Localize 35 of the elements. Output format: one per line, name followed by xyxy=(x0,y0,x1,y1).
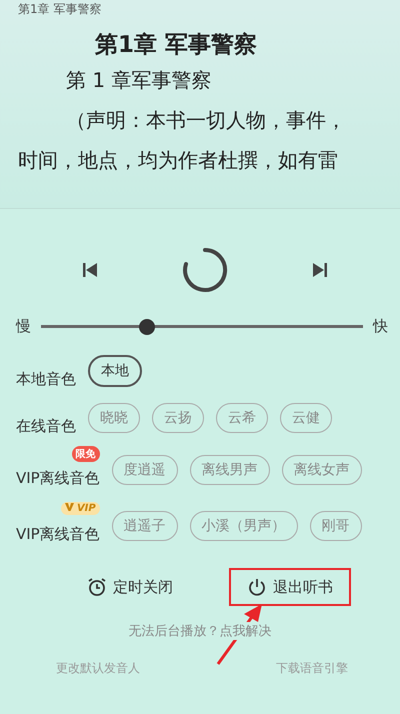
chapter-title: 第1章 军事警察 xyxy=(95,31,258,60)
previous-icon[interactable] xyxy=(82,262,98,278)
paragraph-text: 时间，地点，均为作者杜撰，如有雷 xyxy=(17,147,339,174)
slow-label: 慢 xyxy=(16,317,31,336)
power-icon xyxy=(247,577,267,597)
fast-label: 快 xyxy=(373,317,388,336)
voice-chip[interactable]: 逍遥子 xyxy=(112,511,178,541)
voice-row-label: 在线音色 xyxy=(16,417,76,436)
vip-badge: VIP xyxy=(60,502,100,515)
paragraph-text: （声明：本书一切人物，事件， xyxy=(65,107,347,134)
voice-chip[interactable]: 离线女声 xyxy=(282,455,362,485)
exit-button[interactable]: 退出听书 xyxy=(229,568,351,606)
voice-chip[interactable]: 小溪（男声） xyxy=(190,511,298,541)
voice-row-label: 本地音色 xyxy=(16,370,76,389)
voice-row-label: VIP离线音色 xyxy=(16,469,100,488)
voice-chip[interactable]: 云希 xyxy=(216,403,268,433)
voice-chip[interactable]: 度逍遥 xyxy=(112,455,178,485)
voice-chip[interactable]: 云扬 xyxy=(152,403,204,433)
next-icon[interactable] xyxy=(312,262,328,278)
free-badge: 限免 xyxy=(72,446,100,462)
voice-chip[interactable]: 离线男声 xyxy=(190,455,270,485)
voice-chip[interactable]: 刚哥 xyxy=(310,511,362,541)
voice-row-label: VIP离线音色 xyxy=(16,525,100,544)
chapter-header: 第1章 军事警察 xyxy=(17,1,102,18)
voice-chip[interactable]: 云健 xyxy=(280,403,332,433)
voice-chip[interactable]: 晓晓 xyxy=(88,403,140,433)
voice-chip[interactable]: 本地 xyxy=(88,355,142,387)
timer-button[interactable]: 定时关闭 xyxy=(69,568,191,606)
alarm-clock-icon xyxy=(87,577,107,597)
text-link[interactable]: 更改默认发音人 xyxy=(56,660,140,677)
text-link[interactable]: 下载语音引擎 xyxy=(276,660,348,677)
paragraph-text: 第 1 章军事警察 xyxy=(65,67,212,94)
v-icon xyxy=(64,503,74,511)
background-play-hint[interactable]: 无法后台播放？点我解决 xyxy=(126,622,274,640)
slider-thumb[interactable] xyxy=(139,318,156,334)
